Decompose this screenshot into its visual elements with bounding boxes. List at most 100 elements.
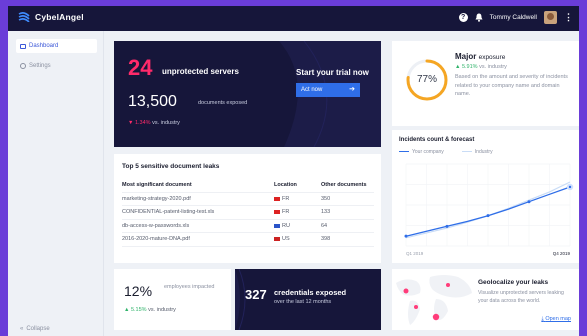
location-code: FR — [282, 209, 290, 216]
open-map-label: Open map — [545, 316, 571, 322]
leaks-title: Top 5 sensitive document leaks — [122, 163, 220, 170]
app-window: CybelAngel ? Tommy Caldwell ⋮ Dashboard … — [8, 6, 579, 336]
user-name[interactable]: Tommy Caldwell — [490, 14, 537, 21]
exposure-title: Major exposure — [455, 52, 505, 61]
credentials-stat-card: 327 credentials exposed over the last 12… — [235, 269, 381, 330]
act-now-label: Act now — [301, 87, 323, 93]
table-row[interactable]: 2016-2020-mature-DNA.pdf US 398 — [122, 233, 374, 247]
sidebar-item-dashboard[interactable]: Dashboard — [16, 39, 97, 53]
dashboard-icon — [20, 43, 26, 49]
chevrons-left-icon: « — [20, 326, 24, 332]
employees-trend: ▲ 5.15% vs. industry — [124, 307, 176, 313]
geo-title: Geolocalize your leaks — [478, 279, 549, 286]
world-map — [396, 275, 472, 325]
more-menu-icon[interactable]: ⋮ — [564, 13, 573, 22]
open-map-link[interactable]: ⤓ Open map — [541, 316, 571, 323]
data-point[interactable] — [445, 224, 449, 228]
document-name: 2016-2020-mature-DNA.pdf — [122, 236, 190, 243]
data-point[interactable] — [527, 200, 531, 204]
leaks-card: Top 5 sensitive document leaks Most sign… — [114, 154, 381, 263]
documents-trend: ▼ 1.34% vs. industry — [128, 120, 180, 126]
location-cell: RU — [274, 223, 321, 229]
other-documents-count: 133 — [321, 209, 331, 216]
gauge-value: 77% — [416, 74, 437, 85]
column-header-location: Location — [274, 182, 297, 189]
document-name: marketing-strategy-2020.pdf — [122, 195, 191, 202]
download-icon: ⤓ — [541, 316, 544, 322]
employees-value: 12% — [124, 283, 153, 299]
documents-count: 13,500 — [128, 93, 177, 110]
flag-icon — [274, 237, 280, 242]
top-bar: CybelAngel ? Tommy Caldwell ⋮ — [8, 6, 579, 31]
logo[interactable]: CybelAngel — [18, 12, 84, 22]
location-code: US — [282, 236, 290, 243]
trend-label: vs. industry — [148, 307, 176, 313]
incidents-chart: Q1 2019 Q4 2019 — [404, 163, 574, 256]
sidebar: Dashboard Settings « Collapse — [8, 31, 104, 336]
sidebar-item-settings[interactable]: Settings — [16, 59, 97, 73]
sidebar-item-label: Settings — [29, 63, 51, 69]
location-code: RU — [282, 222, 290, 229]
map-marker — [446, 283, 450, 287]
leaks-table: Most significant document Location Other… — [122, 179, 374, 247]
flag-icon — [274, 196, 280, 201]
header-actions: ? Tommy Caldwell ⋮ — [458, 11, 573, 24]
other-documents-count: 64 — [321, 222, 328, 229]
credentials-value: 327 — [245, 287, 267, 302]
collapse-label: Collapse — [26, 326, 50, 332]
table-header: Most significant document Location Other… — [122, 179, 374, 193]
table-row[interactable]: CONFIDENTIAL-patent-listing-test.xls FR 13… — [122, 206, 374, 220]
exposure-card: 77% Major exposure ▲ 5.91% vs. industry … — [392, 41, 579, 126]
map-marker — [403, 288, 409, 294]
trial-title: Start your trial now — [296, 68, 369, 77]
credentials-sub: over the last 12 months — [274, 299, 332, 305]
arrow-right-icon: ➔ — [349, 86, 355, 93]
trend-label: vs. industry — [152, 120, 180, 126]
data-point[interactable] — [566, 183, 574, 191]
location-cell: FR — [274, 196, 321, 202]
incidents-chart-card: Incidents count & forecast Your company … — [392, 130, 579, 263]
column-header-other: Other documents — [321, 182, 367, 189]
document-name: db-access-w-passwords.xls — [122, 222, 190, 229]
other-documents-count: 398 — [321, 236, 331, 243]
hero-card: 24 unprotected servers 13,500 documents … — [114, 41, 381, 147]
table-row[interactable]: marketing-strategy-2020.pdf FR 350 — [122, 193, 374, 206]
x-tick-label: Q4 2019 — [553, 251, 571, 256]
trend-value: ▲ 5.91% — [455, 64, 478, 70]
trend-label: vs. industry — [479, 64, 507, 70]
table-row[interactable]: db-access-w-passwords.xls RU 64 — [122, 220, 374, 233]
help-icon[interactable]: ? — [458, 13, 468, 22]
act-now-button[interactable]: Act now ➔ — [296, 83, 360, 97]
exposure-description: Based on the amount and severity of inci… — [455, 74, 568, 97]
documents-label: documents exposed — [198, 100, 248, 106]
sidebar-item-label: Dashboard — [29, 43, 59, 49]
collapse-button[interactable]: « Collapse — [20, 326, 50, 332]
document-name: CONFIDENTIAL-patent-listing-test.xls — [122, 209, 215, 216]
location-cell: FR — [274, 209, 321, 215]
data-point[interactable] — [404, 234, 408, 238]
table-body: marketing-strategy-2020.pdf FR 350 CONFIDEN… — [122, 193, 374, 247]
bell-icon[interactable] — [475, 13, 483, 22]
flag-icon — [274, 223, 280, 228]
gear-icon — [20, 63, 26, 69]
map-marker — [414, 305, 418, 309]
data-point[interactable] — [486, 214, 490, 218]
other-documents-count: 350 — [321, 195, 331, 202]
exposure-title-sub: exposure — [478, 54, 506, 61]
location-code: FR — [282, 195, 290, 202]
exposure-trend: ▲ 5.91% vs. industry — [455, 64, 507, 70]
flag-icon — [274, 210, 280, 215]
app-name: CybelAngel — [35, 12, 84, 22]
geolocalize-card: Geolocalize your leaks Visualize unprote… — [392, 269, 579, 330]
avatar[interactable] — [544, 11, 557, 24]
column-header-document: Most significant document — [122, 182, 192, 189]
map-marker — [432, 313, 440, 321]
employees-stat-card: 12% employees impacted ▲ 5.15% vs. indus… — [114, 269, 231, 330]
x-tick-label: Q1 2019 — [406, 251, 424, 256]
exposure-title-main: Major — [455, 52, 477, 61]
trend-value: ▼ 1.34% — [128, 120, 151, 126]
employees-label: employees impacted — [164, 284, 215, 290]
logo-mark-icon — [18, 12, 30, 22]
geo-description: Visualize unprotected servers leaking yo… — [478, 290, 564, 304]
servers-label: unprotected servers — [162, 67, 239, 76]
